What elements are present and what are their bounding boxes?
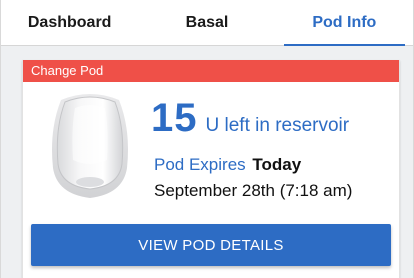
tab-basal[interactable]: Basal	[138, 0, 275, 46]
pod-status-card: Change Pod 15 U left in reservoir Pod Ex…	[22, 60, 400, 278]
tab-pod-info[interactable]: Pod Info	[276, 0, 413, 47]
reservoir-units-value: 15	[151, 96, 198, 140]
pod-device-icon	[47, 90, 133, 200]
tab-dashboard[interactable]: Dashboard	[1, 0, 138, 46]
reservoir-status: 15 U left in reservoir	[151, 98, 349, 138]
pod-expires-label: Pod Expires	[154, 155, 246, 174]
view-pod-details-button[interactable]: VIEW POD DETAILS	[31, 224, 391, 266]
pod-expires-line: Pod Expires Today	[154, 155, 301, 175]
pod-info-screen: Dashboard Basal Pod Info Change Pod 15 U…	[0, 0, 414, 278]
change-pod-banner[interactable]: Change Pod	[23, 60, 399, 82]
tab-bar: Dashboard Basal Pod Info	[1, 0, 413, 47]
pod-expires-value: Today	[252, 155, 302, 174]
pod-expires-date: September 28th (7:18 am)	[154, 181, 353, 200]
reservoir-units-label: U left in reservoir	[205, 115, 350, 136]
